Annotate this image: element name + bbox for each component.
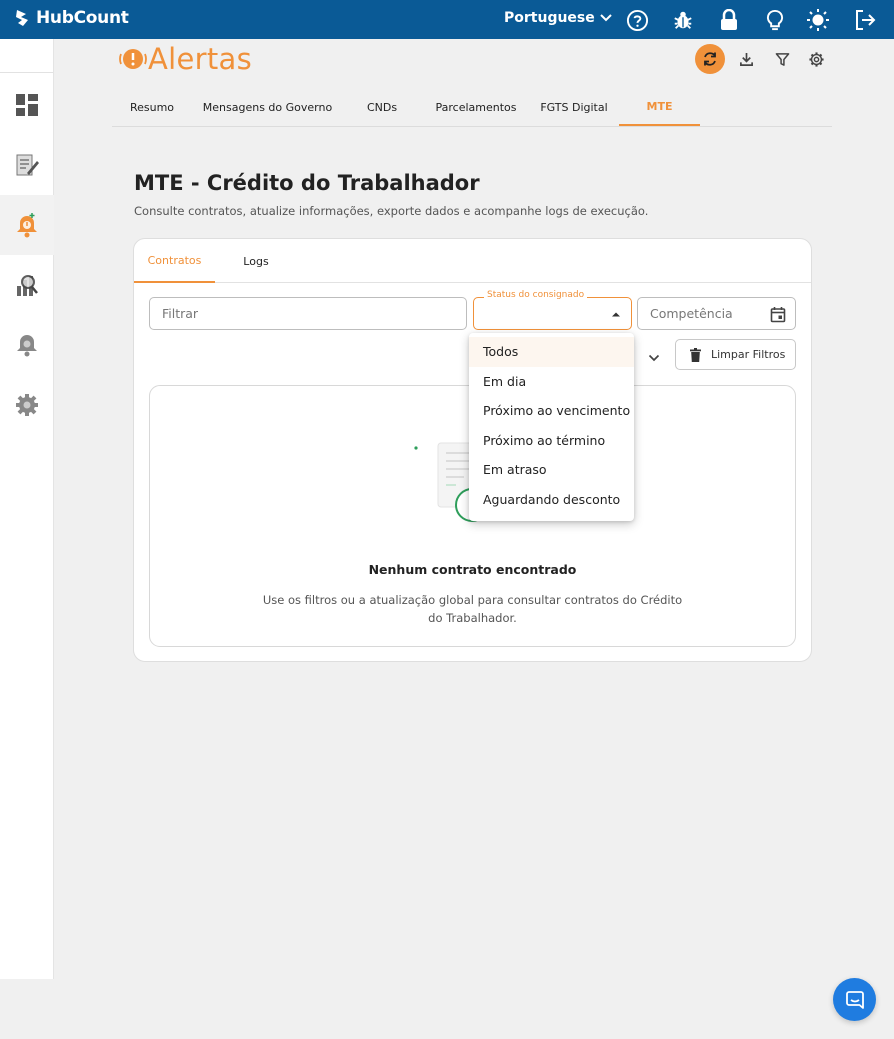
hubcount-logo-icon bbox=[16, 10, 28, 26]
calendar-icon bbox=[770, 307, 786, 323]
brand-logo[interactable]: HubCount bbox=[14, 8, 129, 28]
download-button[interactable] bbox=[731, 44, 761, 74]
status-select[interactable]: Status do consignado bbox=[473, 290, 632, 330]
status-option-todos[interactable]: Todos bbox=[469, 337, 634, 367]
competencia-input[interactable] bbox=[650, 306, 762, 321]
settings-button[interactable] bbox=[801, 44, 831, 74]
page-subtitle: Consulte contratos, atualize informações… bbox=[134, 204, 649, 218]
empty-state-description: Use os filtros ou a atualização global p… bbox=[262, 593, 683, 625]
logout-icon bbox=[856, 10, 876, 30]
trash-icon bbox=[690, 347, 701, 362]
gears-icon bbox=[16, 394, 38, 416]
clear-filters-button[interactable]: Limpar Filtros bbox=[675, 339, 796, 370]
chevron-down-icon bbox=[600, 14, 612, 22]
sidebar-item-documents[interactable] bbox=[0, 135, 54, 195]
language-label: Portuguese bbox=[504, 10, 595, 26]
alert-icon bbox=[119, 49, 147, 69]
sun-icon bbox=[807, 9, 829, 31]
logout-button[interactable] bbox=[853, 8, 877, 32]
bug-report-button[interactable] bbox=[671, 8, 695, 32]
dashboard-icon bbox=[16, 94, 38, 116]
lightbulb-icon bbox=[767, 9, 783, 30]
status-option-aguardando-desconto[interactable]: Aguardando desconto bbox=[469, 485, 634, 515]
sidebar bbox=[0, 39, 54, 979]
language-selector[interactable]: Portuguese bbox=[504, 10, 613, 26]
filter-input[interactable] bbox=[162, 306, 466, 321]
empty-state-title: Nenhum contrato encontrado bbox=[368, 562, 577, 577]
bug-icon bbox=[674, 11, 692, 29]
refresh-icon bbox=[704, 52, 716, 66]
status-option-em-atraso[interactable]: Em atraso bbox=[469, 455, 634, 485]
page-title: MTE - Crédito do Trabalhador bbox=[134, 171, 480, 195]
gear-icon bbox=[808, 51, 824, 67]
chat-button[interactable] bbox=[833, 978, 876, 1021]
alert-bell-icon bbox=[17, 213, 37, 238]
brand-name: HubCount bbox=[36, 8, 129, 28]
tab-contratos[interactable]: Contratos bbox=[134, 239, 215, 283]
help-icon bbox=[626, 9, 648, 31]
bell-settings-icon bbox=[17, 335, 37, 357]
status-dropdown-menu: Todos Em dia Próximo ao vencimento Próxi… bbox=[469, 333, 634, 521]
tab-resumo[interactable]: Resumo bbox=[112, 88, 192, 126]
lock-icon bbox=[721, 9, 737, 30]
download-icon bbox=[739, 52, 753, 66]
sidebar-item-notifications[interactable] bbox=[0, 315, 54, 375]
sidebar-item-reports[interactable] bbox=[0, 255, 54, 315]
status-option-em-dia[interactable]: Em dia bbox=[469, 367, 634, 397]
card-tabs: Contratos Logs bbox=[134, 239, 811, 283]
competencia-field[interactable] bbox=[637, 297, 796, 330]
filter-button[interactable] bbox=[767, 44, 797, 74]
chevron-down-icon bbox=[648, 354, 660, 362]
tab-cnds[interactable]: CNDs bbox=[342, 88, 422, 126]
status-select-label: Status do consignado bbox=[484, 290, 588, 300]
refresh-button[interactable] bbox=[695, 44, 725, 74]
document-edit-icon bbox=[16, 154, 39, 176]
sidebar-top bbox=[0, 39, 53, 73]
clear-filters-label: Limpar Filtros bbox=[711, 348, 786, 361]
module-title: Alertas bbox=[118, 42, 252, 76]
sidebar-item-dashboard[interactable] bbox=[0, 75, 54, 135]
expand-filters-button[interactable] bbox=[648, 347, 662, 362]
status-option-proximo-vencimento[interactable]: Próximo ao vencimento bbox=[469, 396, 634, 426]
filter-field[interactable] bbox=[149, 297, 467, 330]
lock-button[interactable] bbox=[717, 8, 741, 32]
chart-search-icon bbox=[17, 275, 38, 296]
tab-parcelamentos[interactable]: Parcelamentos bbox=[430, 88, 522, 126]
theme-toggle-button[interactable] bbox=[806, 8, 830, 32]
sidebar-item-settings[interactable] bbox=[0, 375, 54, 435]
tab-fgts-digital[interactable]: FGTS Digital bbox=[532, 88, 616, 126]
tips-button[interactable] bbox=[763, 8, 787, 32]
filter-icon bbox=[775, 52, 789, 66]
caret-up-icon bbox=[612, 312, 620, 317]
chat-icon bbox=[845, 990, 864, 1009]
module-title-text: Alertas bbox=[148, 42, 253, 76]
tab-logs[interactable]: Logs bbox=[222, 239, 290, 283]
status-option-proximo-termino[interactable]: Próximo ao término bbox=[469, 426, 634, 456]
tab-mte[interactable]: MTE bbox=[619, 88, 700, 126]
top-bar: HubCount Portuguese bbox=[0, 0, 894, 39]
main-tabs: Resumo Mensagens do Governo CNDs Parcela… bbox=[112, 88, 832, 127]
tab-mensagens-governo[interactable]: Mensagens do Governo bbox=[200, 88, 335, 126]
help-button[interactable] bbox=[625, 8, 649, 32]
sidebar-item-alerts[interactable] bbox=[0, 195, 54, 255]
